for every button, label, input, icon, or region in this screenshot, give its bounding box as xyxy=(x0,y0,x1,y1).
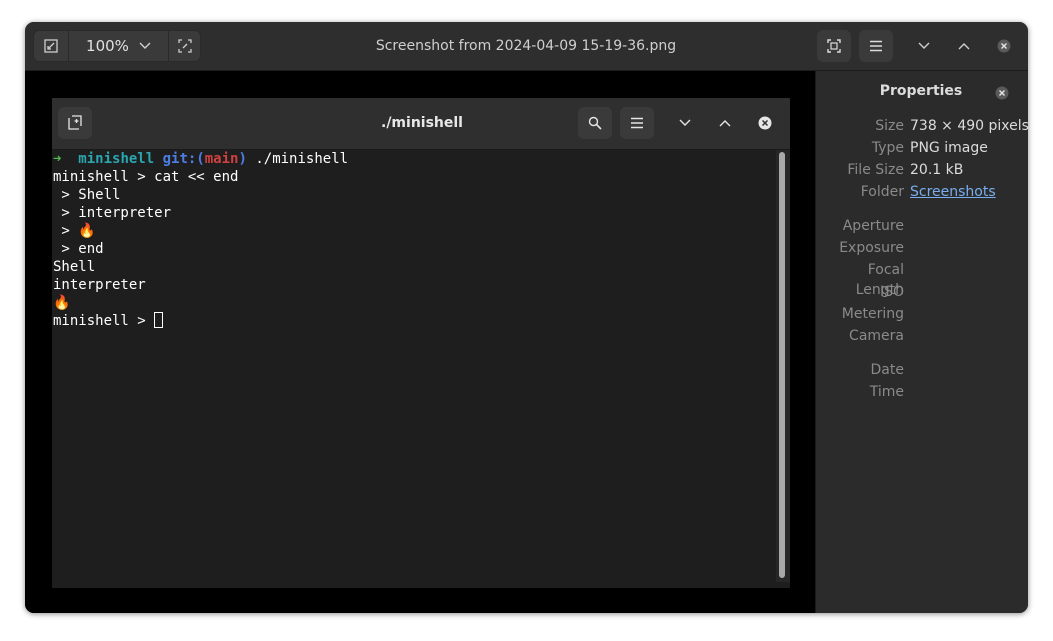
git-branch: main xyxy=(204,151,239,167)
camera-label: Camera xyxy=(849,328,904,344)
prompt-arrow: ➜ xyxy=(53,151,62,167)
terminal-line: > end xyxy=(53,241,104,257)
terminal-cursor xyxy=(154,312,164,328)
terminal-line: > Shell xyxy=(53,187,121,203)
chevron-up-icon xyxy=(719,120,731,127)
maximize-button[interactable] xyxy=(949,30,979,62)
close-icon xyxy=(995,86,1009,100)
close-button[interactable] xyxy=(989,30,1019,62)
fullscreen-button[interactable] xyxy=(817,30,851,62)
terminal-line: > interpreter xyxy=(53,205,172,221)
zoom-out-icon xyxy=(44,39,58,53)
terminal-close-button xyxy=(750,107,780,139)
zoom-out-button[interactable] xyxy=(34,31,68,61)
fullscreen-icon xyxy=(827,39,841,53)
focal-length-label: Focal Length xyxy=(855,262,904,298)
terminal-scroll-thumb xyxy=(779,152,785,578)
type-value: PNG image xyxy=(910,140,988,156)
terminal-last-line: minishell > xyxy=(53,312,164,330)
aperture-label: Aperture xyxy=(842,218,904,234)
terminal-search-button xyxy=(578,107,612,139)
properties-close-button[interactable] xyxy=(992,83,1012,103)
metering-label: Metering xyxy=(841,306,904,322)
terminal-line: > 🔥 xyxy=(53,223,96,239)
terminal-line: Shell xyxy=(53,259,96,275)
prompt-directory: minishell xyxy=(78,151,155,167)
chevron-down-icon xyxy=(918,42,930,49)
time-label: Time xyxy=(869,384,904,400)
folder-label: Folder xyxy=(860,184,904,200)
git-suffix: ) xyxy=(238,151,247,167)
file-size-value: 20.1 kB xyxy=(910,162,964,178)
new-tab-button xyxy=(58,107,92,139)
image-viewer-window: 100% Screenshot from 2024-04-09 15-19-36… xyxy=(25,22,1028,613)
minimize-button[interactable] xyxy=(909,30,939,62)
close-icon xyxy=(758,116,772,130)
search-icon xyxy=(588,116,602,130)
new-tab-icon xyxy=(68,115,82,130)
hamburger-menu-icon xyxy=(870,40,882,52)
window-title: Screenshot from 2024-04-09 15-19-36.png xyxy=(375,38,677,54)
terminal-line: minishell > xyxy=(53,313,155,329)
properties-panel: Properties Size 738 × 490 pixels Type PN… xyxy=(816,71,1028,613)
prompt-command: ./minishell xyxy=(255,151,349,167)
terminal-line: 🔥 xyxy=(53,295,71,311)
exposure-label: Exposure xyxy=(839,240,904,256)
chevron-up-icon xyxy=(958,43,970,50)
chevron-down-icon xyxy=(679,119,691,126)
iso-label: ISO xyxy=(879,284,904,300)
properties-title: Properties xyxy=(879,83,963,99)
header-bar: 100% Screenshot from 2024-04-09 15-19-36… xyxy=(25,22,1028,71)
size-label: Size xyxy=(875,118,904,134)
image-canvas[interactable]: ./minishell ➜ minishell git:(main) ./min… xyxy=(25,71,815,613)
displayed-screenshot: ./minishell ➜ minishell git:(main) ./min… xyxy=(52,98,790,588)
zoom-in-button[interactable] xyxy=(169,31,201,61)
size-value: 738 × 490 pixels xyxy=(910,118,1028,134)
terminal-output: ➜ minishell git:(main) ./minishell minis… xyxy=(52,150,790,588)
terminal-line: minishell > cat << end xyxy=(53,169,239,185)
git-prefix: git:( xyxy=(162,151,205,167)
prompt-line: ➜ minishell git:(main) ./minishell xyxy=(53,150,348,168)
terminal-line: interpreter xyxy=(53,277,146,293)
zoom-in-icon xyxy=(178,39,192,53)
type-label: Type xyxy=(871,140,904,156)
terminal-scrollbar xyxy=(776,150,790,582)
close-icon xyxy=(997,39,1011,53)
folder-link[interactable]: Screenshots xyxy=(910,182,996,202)
terminal-title: ./minishell xyxy=(381,115,463,131)
terminal-header: ./minishell xyxy=(52,98,790,150)
terminal-maximize-button xyxy=(710,107,740,139)
terminal-menu-button xyxy=(620,107,654,139)
main-menu-button[interactable] xyxy=(859,30,893,62)
terminal-minimize-button xyxy=(670,107,700,139)
hamburger-menu-icon xyxy=(631,117,643,129)
file-size-label: File Size xyxy=(847,162,904,178)
zoom-level-dropdown[interactable]: 100% xyxy=(69,31,168,61)
zoom-controls: 100% xyxy=(33,30,201,62)
chevron-down-icon xyxy=(139,42,151,49)
zoom-level-value: 100% xyxy=(86,37,129,55)
date-label: Date xyxy=(870,362,904,378)
